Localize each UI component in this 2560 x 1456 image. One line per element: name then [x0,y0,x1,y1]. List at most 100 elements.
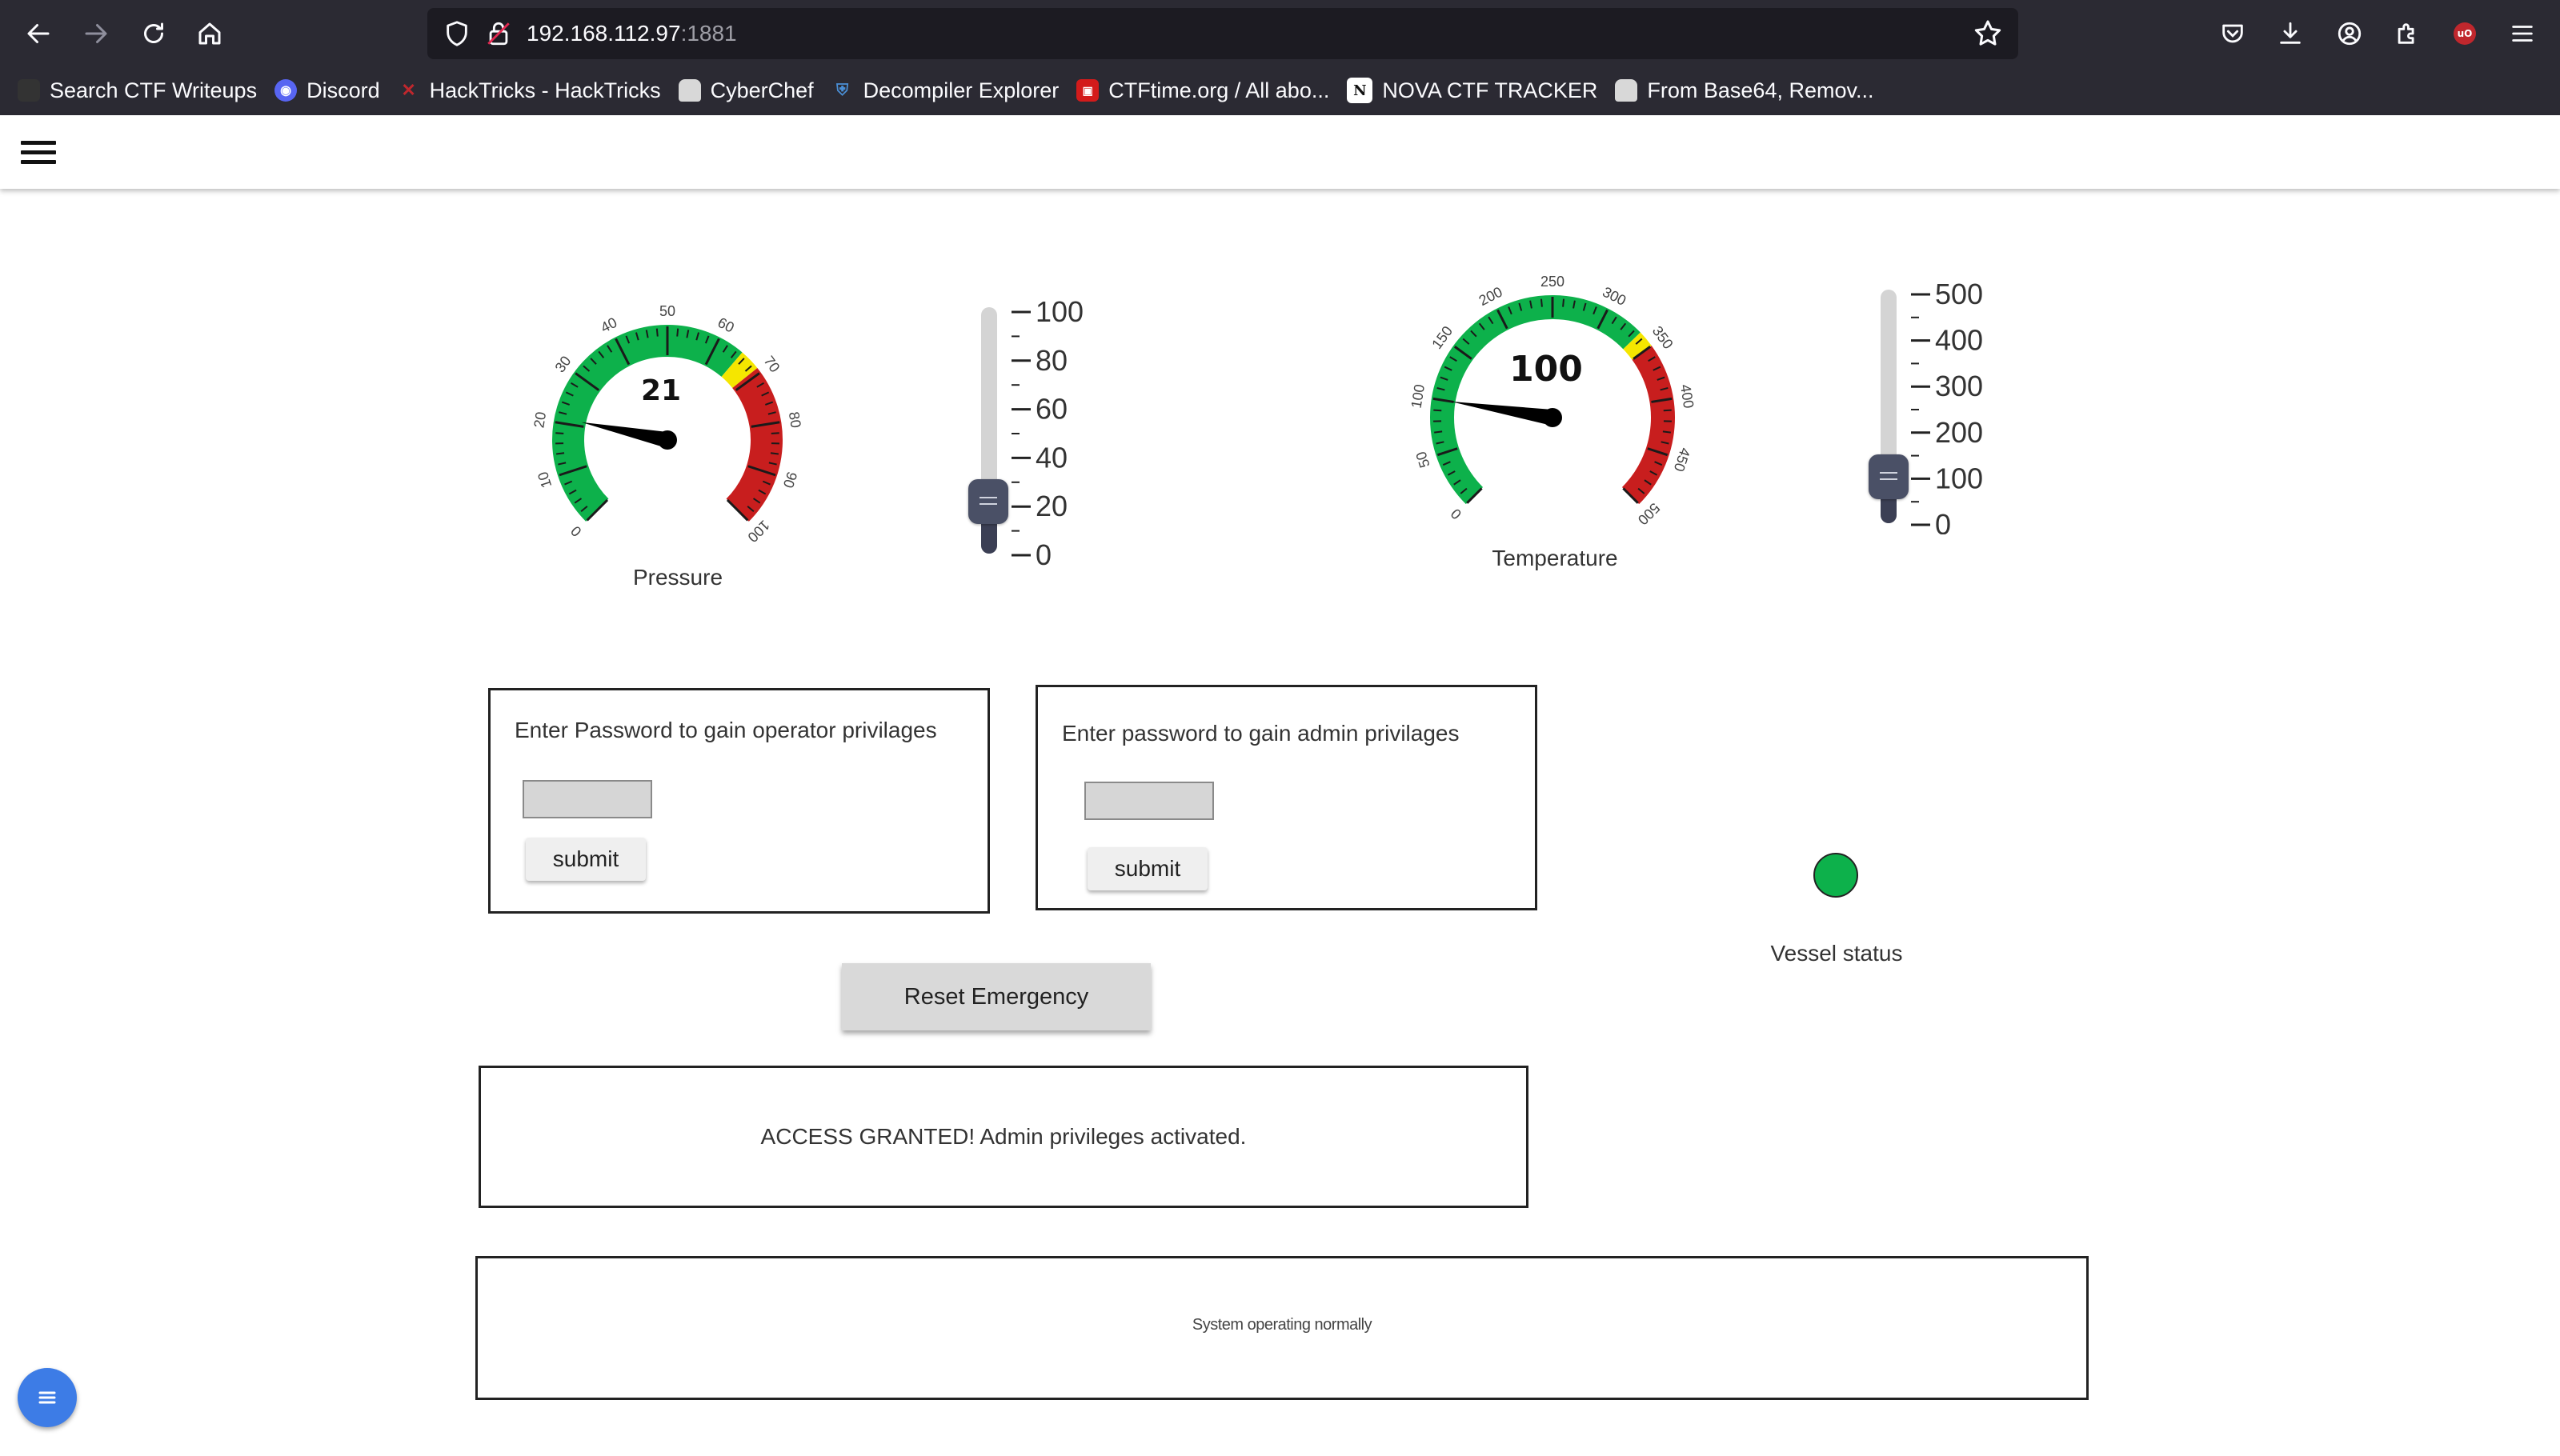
shield-icon[interactable] [443,19,471,48]
gauge-minor-tick [1562,298,1565,307]
gauge-tick-label: 400 [1677,383,1697,410]
bookmark-item[interactable]: Search CTF Writeups [18,71,257,110]
slider-thumb[interactable] [1869,454,1909,499]
vessel-status-indicator [1813,853,1858,898]
slider-tick-label: 0 [1036,538,1052,566]
gauge-tick-label: 300 [1600,284,1629,309]
gauge-minor-tick [771,432,779,434]
sidebar-toggle-button[interactable] [18,1368,77,1427]
admin-password-input[interactable] [1084,782,1214,820]
gauge-minor-tick [1433,409,1442,412]
gauge-yellow-band [721,352,758,389]
insecure-lock-icon[interactable] [485,19,512,48]
gauge-tick-label: 250 [1540,274,1564,290]
extensions-button[interactable] [2390,16,2425,51]
bookmark-label: CyberChef [710,78,814,102]
admin-panel-title: Enter password to gain admin privilages [1062,721,1460,746]
ctf-writeups-icon [18,79,40,102]
bookmark-item[interactable]: N NOVA CTF TRACKER [1347,71,1597,110]
ublock-origin-icon: uO [2454,22,2476,45]
temperature-label: Temperature [1492,546,1618,570]
app-menu-button[interactable] [2505,16,2540,51]
bookmark-star-icon[interactable] [1972,18,2004,50]
pressure-gauge: 0 10 20 30 40 50 60 70 80 90 100 21 [531,303,804,546]
cyberchef-icon [1615,79,1638,102]
gauge-tick-label: 100 [1408,383,1428,410]
forward-button[interactable] [74,14,118,53]
downloads-button[interactable] [2273,16,2308,51]
gauge-minor-tick [655,328,659,337]
operator-submit-button[interactable]: submit [526,838,646,881]
gauge-tick-label: 80 [786,410,804,429]
bookmark-item[interactable]: ⛨ Decompiler Explorer [831,71,1060,110]
slider-thumb[interactable] [968,479,1008,525]
home-button[interactable] [187,14,232,53]
hacktricks-icon: ✕ [401,80,416,100]
gauge-needle-hub [1543,408,1562,427]
admin-login-panel: Enter password to gain admin privilages … [1036,685,1537,910]
bookmark-item[interactable]: ▣ CTFtime.org / All abo... [1076,71,1329,110]
operator-login-panel: Enter Password to gain operator privilag… [488,688,990,914]
gauge-minor-tick [1434,430,1443,434]
notion-icon: N [1347,78,1373,103]
gauge-minor-tick [770,452,779,455]
slider-tick-label: 40 [1036,441,1068,474]
gauge-tick-label: 30 [552,353,575,375]
url-bar[interactable]: 192.168.112.97:1881 [427,8,2018,59]
cyberchef-icon [678,79,701,102]
account-button[interactable] [2332,16,2367,51]
decompiler-icon: ⛨ [836,81,849,99]
bookmark-item[interactable]: From Base64, Remov... [1615,71,1873,110]
bookmark-label: Search CTF Writeups [50,78,258,102]
access-message-text: ACCESS GRANTED! Admin privileges activat… [760,1124,1247,1149]
gauge-tick-label: 10 [535,470,555,490]
operator-panel-title: Enter Password to gain operator privilag… [515,718,937,742]
gauge-tick-label: 350 [1649,323,1677,352]
access-message-box: ACCESS GRANTED! Admin privileges activat… [479,1066,1528,1208]
hamburger-menu-icon[interactable] [21,141,56,165]
bookmark-label: CTFtime.org / All abo... [1108,78,1330,102]
reset-emergency-button[interactable]: Reset Emergency [842,963,1151,1030]
gauge-value-text: 100 [1509,349,1583,390]
slider-tick-label: 200 [1935,416,1983,449]
back-arrow-icon [27,24,50,43]
gauge-green-band [1430,295,1641,505]
slider-tick-label: 100 [1935,462,1983,494]
account-icon [2338,22,2362,46]
operator-password-input[interactable] [523,780,652,818]
browser-chrome: 192.168.112.97:1881 uO Search CTF Writeu… [0,0,2560,115]
vessel-status-label: Vessel status [1770,941,1903,966]
gauge-tick-label: 60 [715,314,737,336]
admin-submit-button[interactable]: submit [1088,847,1208,890]
gauge-tick-label: 40 [598,314,619,336]
bookmark-item[interactable]: CyberChef [678,71,814,110]
url-port: :1881 [680,21,737,46]
slider-tick-label: 400 [1935,324,1983,357]
gauge-tick-label: 50 [1412,450,1432,470]
gauge-tick-label: 20 [531,410,549,429]
bookmark-label: NOVA CTF TRACKER [1382,78,1598,102]
puzzle-icon [2398,23,2414,44]
slider-tick-label: 80 [1036,344,1068,377]
gauge-minor-tick [555,432,564,434]
bookmark-item[interactable]: ✕ HackTricks - HackTricks [398,71,660,110]
menu-icon [2512,26,2533,42]
gauge-red-band [726,367,783,522]
bookmark-label: Discord [306,78,380,102]
temperature-slider-scale: 500 400 300 200 100 0 [1911,278,1983,534]
ublock-button[interactable]: uO [2447,16,2482,51]
pocket-button[interactable] [2215,16,2250,51]
bookmark-item[interactable]: ◉ Discord [274,71,380,110]
back-button[interactable] [16,14,61,53]
gauge-tick-label: 200 [1476,284,1505,309]
gauge-value-text: 21 [641,374,681,407]
download-icon [2280,22,2301,44]
gauge-minor-tick [676,328,679,337]
gauge-tick-label: 500 [1635,500,1663,528]
gauge-tick-label: 100 [744,517,772,545]
bookmark-label: Decompiler Explorer [863,78,1060,102]
url-text[interactable]: 192.168.112.97:1881 [527,18,737,50]
reload-button[interactable] [131,14,176,53]
dashboard-header [0,115,2560,189]
gauge-red-band [1621,346,1675,505]
